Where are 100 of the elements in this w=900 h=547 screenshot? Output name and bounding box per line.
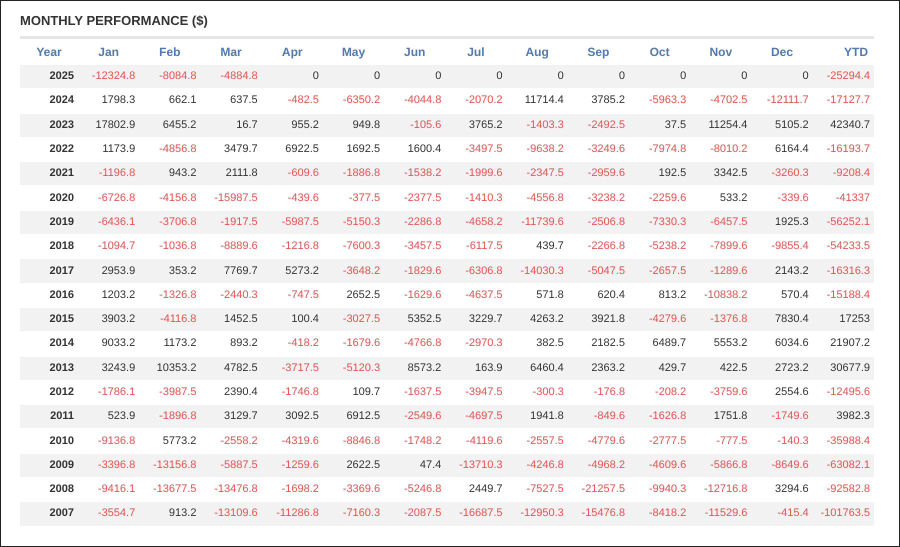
table-cell-text: -176.8: [592, 385, 626, 400]
table-cell: -5887.5: [200, 453, 262, 478]
table-cell-text: -2558.2: [219, 434, 259, 449]
table-cell: -12716.8: [690, 478, 752, 502]
column-header: Aug: [506, 38, 568, 65]
table-cell: 8573.2: [384, 356, 446, 380]
table-cell: -8649.6: [751, 453, 813, 478]
year-cell: 2023: [20, 113, 78, 138]
table-cell: -5987.5: [262, 210, 323, 235]
table-cell-text: 3479.7: [223, 142, 259, 158]
table-cell-text: 2554.6: [774, 385, 810, 400]
table-cell: -1629.6: [384, 283, 446, 308]
table-cell-text: -3759.6: [709, 385, 748, 400]
table-cell: -92582.8: [812, 478, 874, 502]
table-cell: 0: [690, 65, 752, 89]
table-cell-text: 2182.5: [590, 336, 626, 352]
table-cell: 0: [506, 65, 568, 89]
table-cell: -5150.3: [322, 210, 384, 235]
table-cell: -9940.3: [628, 478, 690, 502]
table-cell: -1376.8: [690, 307, 752, 332]
table-cell: -1196.8: [78, 162, 140, 186]
table-cell: 3982.3: [812, 404, 874, 429]
column-header: Year: [20, 38, 78, 65]
table-cell: 42340.7: [812, 113, 874, 138]
year-cell-text: 2014: [48, 336, 75, 352]
year-cell: 2016: [20, 283, 78, 308]
table-cell: 0: [751, 65, 813, 89]
table-cell-text: -3947.5: [464, 385, 504, 400]
table-cell-text: 662.1: [168, 93, 198, 108]
table-cell: -2506.8: [568, 210, 629, 235]
table-cell: 5352.5: [384, 307, 446, 332]
table-cell-text: 1692.5: [345, 142, 382, 158]
table-cell: 7830.4: [751, 307, 813, 332]
table-cell: -2657.5: [628, 258, 690, 284]
table-cell-text: -12111.7: [766, 93, 810, 108]
table-cell-text: 5553.2: [712, 336, 748, 352]
table-cell-text: -9136.8: [96, 434, 136, 449]
table-cell: 17802.9: [78, 113, 140, 138]
year-cell-text: 2024: [48, 93, 75, 108]
table-cell: -1896.8: [139, 404, 200, 429]
year-cell-text: 2012: [48, 385, 75, 400]
table-cell: 3129.7: [200, 404, 262, 429]
column-header: Oct: [628, 38, 690, 65]
table-cell: -16316.3: [812, 258, 874, 284]
table-cell: -1829.6: [384, 258, 446, 284]
table-cell: -7160.3: [322, 502, 384, 526]
year-cell: 2011: [20, 404, 78, 429]
table-cell-text: -1637.5: [403, 385, 442, 400]
table-cell: 5273.2: [262, 258, 323, 284]
column-header: Mar: [200, 38, 262, 65]
table-cell-text: -4319.6: [280, 434, 320, 449]
table-cell: -13109.6: [200, 502, 262, 526]
table-cell-text: -3238.2: [586, 190, 626, 206]
table-cell-text: 109.7: [352, 385, 382, 400]
table-cell: -4246.8: [506, 453, 568, 478]
table-cell: 3229.7: [445, 307, 507, 332]
table-cell: -2549.6: [384, 404, 446, 429]
table-cell: -10838.2: [690, 283, 752, 308]
table-cell: -11739.6: [506, 210, 568, 235]
table-cell: 2953.9: [78, 258, 140, 284]
table-cell: -5120.3: [322, 356, 384, 380]
year-cell: 2009: [20, 453, 78, 478]
table-cell-text: 1173.9: [101, 142, 136, 158]
table-cell: -2959.6: [568, 162, 629, 186]
table-cell-text: -482.5: [286, 93, 320, 108]
section-title: MONTHLY PERFORMANCE ($): [20, 13, 209, 28]
table-cell-text: 9033.2: [100, 336, 136, 352]
table-cell: -7527.5: [506, 478, 568, 502]
table-cell: -3260.3: [751, 162, 813, 186]
table-cell: -1886.8: [322, 162, 384, 186]
table-cell: 439.7: [506, 234, 568, 259]
table-cell-text: 11714.4: [524, 93, 565, 108]
table-cell: -1216.8: [262, 234, 323, 259]
table-cell: -6306.8: [445, 258, 507, 284]
table-cell-text: -4766.8: [403, 336, 442, 352]
table-cell-text: 3785.2: [590, 93, 626, 108]
table-cell-text: -8846.8: [342, 434, 382, 449]
column-header: Jun: [384, 38, 446, 65]
column-header: Jul: [445, 38, 507, 65]
table-cell-text: -2377.5: [403, 190, 442, 206]
table-cell-text: -17127.7: [826, 93, 871, 108]
table-cell: -105.6: [384, 113, 446, 138]
table-cell: 1203.2: [78, 283, 140, 308]
table-cell: -3457.5: [384, 234, 446, 259]
column-header: Sep: [568, 38, 629, 65]
table-cell: -101763.5: [812, 502, 874, 526]
table-cell: 16.7: [200, 113, 262, 138]
table-cell-text: -300.3: [532, 385, 565, 400]
table-cell: 2111.8: [200, 162, 262, 186]
table-cell: -6436.1: [78, 210, 140, 235]
table-cell: -54233.5: [812, 234, 874, 259]
table-cell-text: -12495.6: [826, 385, 871, 400]
table-cell: -2492.5: [568, 113, 629, 138]
table-cell: -1326.8: [139, 283, 200, 308]
table-cell: 2723.2: [751, 356, 813, 380]
table-cell-text: -15987.5: [213, 190, 259, 206]
table-cell: -7600.3: [322, 234, 384, 259]
table-cell: 6455.2: [139, 113, 200, 138]
table-cell: 422.5: [690, 356, 752, 380]
table-cell: -13156.8: [139, 453, 200, 478]
